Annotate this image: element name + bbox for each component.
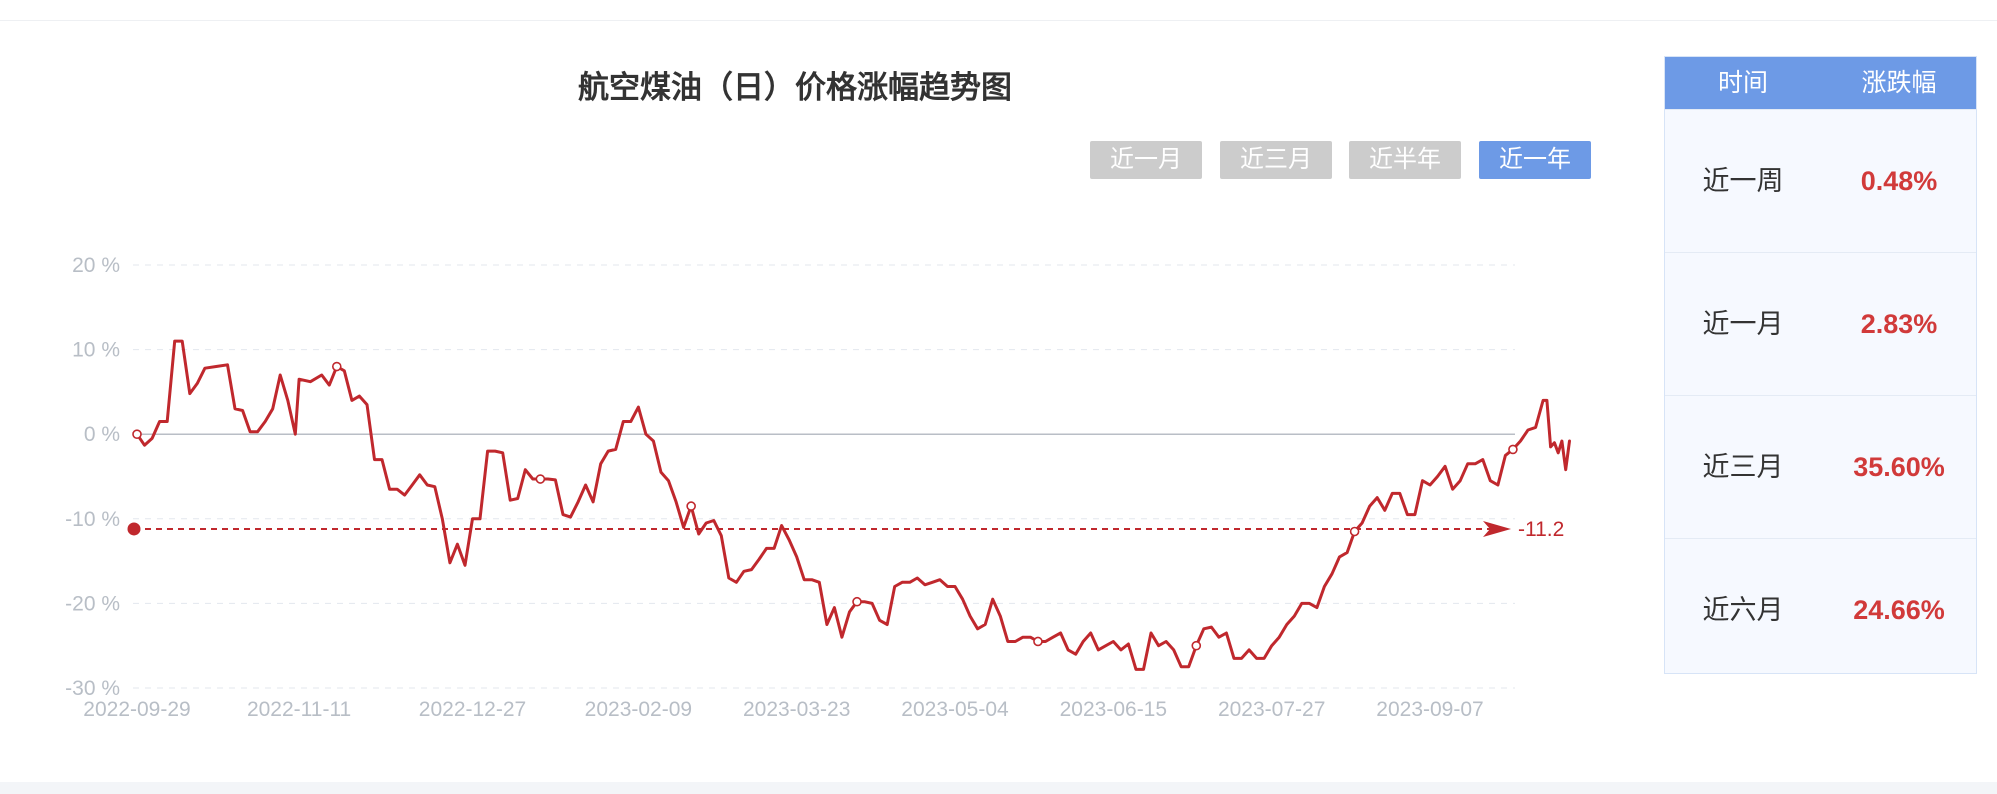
data-point-marker[interactable]: [132, 429, 142, 440]
table-row: 近六月 24.66%: [1665, 538, 1976, 681]
row-period: 近一月: [1702, 309, 1784, 339]
row-period: 近一周: [1702, 166, 1784, 196]
change-table: 时间 涨跌幅 近一周 0.48% 近一月 2.83% 近三月 35.60% 近六…: [1664, 56, 1977, 674]
data-point-marker[interactable]: [331, 361, 342, 372]
row-period: 近六月: [1702, 595, 1784, 625]
reference-line: -11.2: [127, 518, 1564, 541]
row-change: 35.60%: [1853, 452, 1945, 482]
trend-chart: 20 %10 %0 %-10 %-20 %-30 % 2022-09-29 202…: [65, 254, 1571, 721]
header-change: 涨跌幅: [1861, 69, 1937, 97]
table-row: 近一周 0.48%: [1665, 109, 1976, 252]
change-table-header: 时间 涨跌幅: [1665, 57, 1976, 109]
row-change: 24.66%: [1853, 595, 1945, 625]
x-tick-label: 2023-09-07: [1376, 698, 1483, 721]
x-axis-ticks: 2022-09-29 2022-11-11 2022-12-27 2023-02-09…: [83, 698, 1483, 721]
row-change: 2.83%: [1860, 309, 1938, 339]
series-layer: [135, 339, 1571, 671]
header-time: 时间: [1717, 69, 1768, 97]
y-tick-label: -30 %: [65, 677, 120, 700]
bottom-band: [0, 782, 1997, 794]
y-tick-label: -10 %: [65, 508, 120, 531]
data-point-marker[interactable]: [852, 596, 862, 607]
x-tick-label: 2022-12-27: [419, 698, 526, 721]
x-tick-label: 2023-02-09: [585, 698, 692, 721]
y-tick-label: -20 %: [65, 592, 120, 615]
x-tick-label: 2022-09-29: [83, 698, 190, 721]
table-row: 近三月 35.60%: [1665, 395, 1976, 538]
series-line: [135, 339, 1571, 671]
reference-start-dot: [127, 522, 141, 536]
y-axis-ticks: 20 % 10 % 0 % -10 % -20 % -30 %: [65, 254, 120, 700]
data-point-marker[interactable]: [535, 474, 546, 484]
data-point-marker[interactable]: [686, 501, 696, 511]
y-tick-label: 10 %: [72, 339, 120, 362]
row-period: 近三月: [1702, 452, 1784, 482]
x-tick-label: 2023-05-04: [901, 698, 1009, 721]
y-tick-label: 20 %: [72, 254, 120, 277]
data-point-marker[interactable]: [1349, 526, 1360, 537]
data-point-marker[interactable]: [1033, 636, 1043, 647]
row-change: 0.48%: [1860, 166, 1938, 196]
table-row: 近一月 2.83%: [1665, 252, 1976, 395]
reference-value-label: -11.2: [1518, 518, 1564, 541]
x-tick-label: 2023-03-23: [743, 698, 850, 721]
x-tick-label: 2022-11-11: [247, 698, 351, 721]
data-point-marker[interactable]: [1508, 444, 1518, 455]
grid-lines: [133, 264, 1515, 689]
x-tick-label: 2023-07-27: [1218, 698, 1325, 721]
x-tick-label: 2023-06-15: [1060, 698, 1167, 721]
y-tick-label: 0 %: [84, 423, 120, 446]
data-point-marker[interactable]: [1191, 640, 1202, 651]
